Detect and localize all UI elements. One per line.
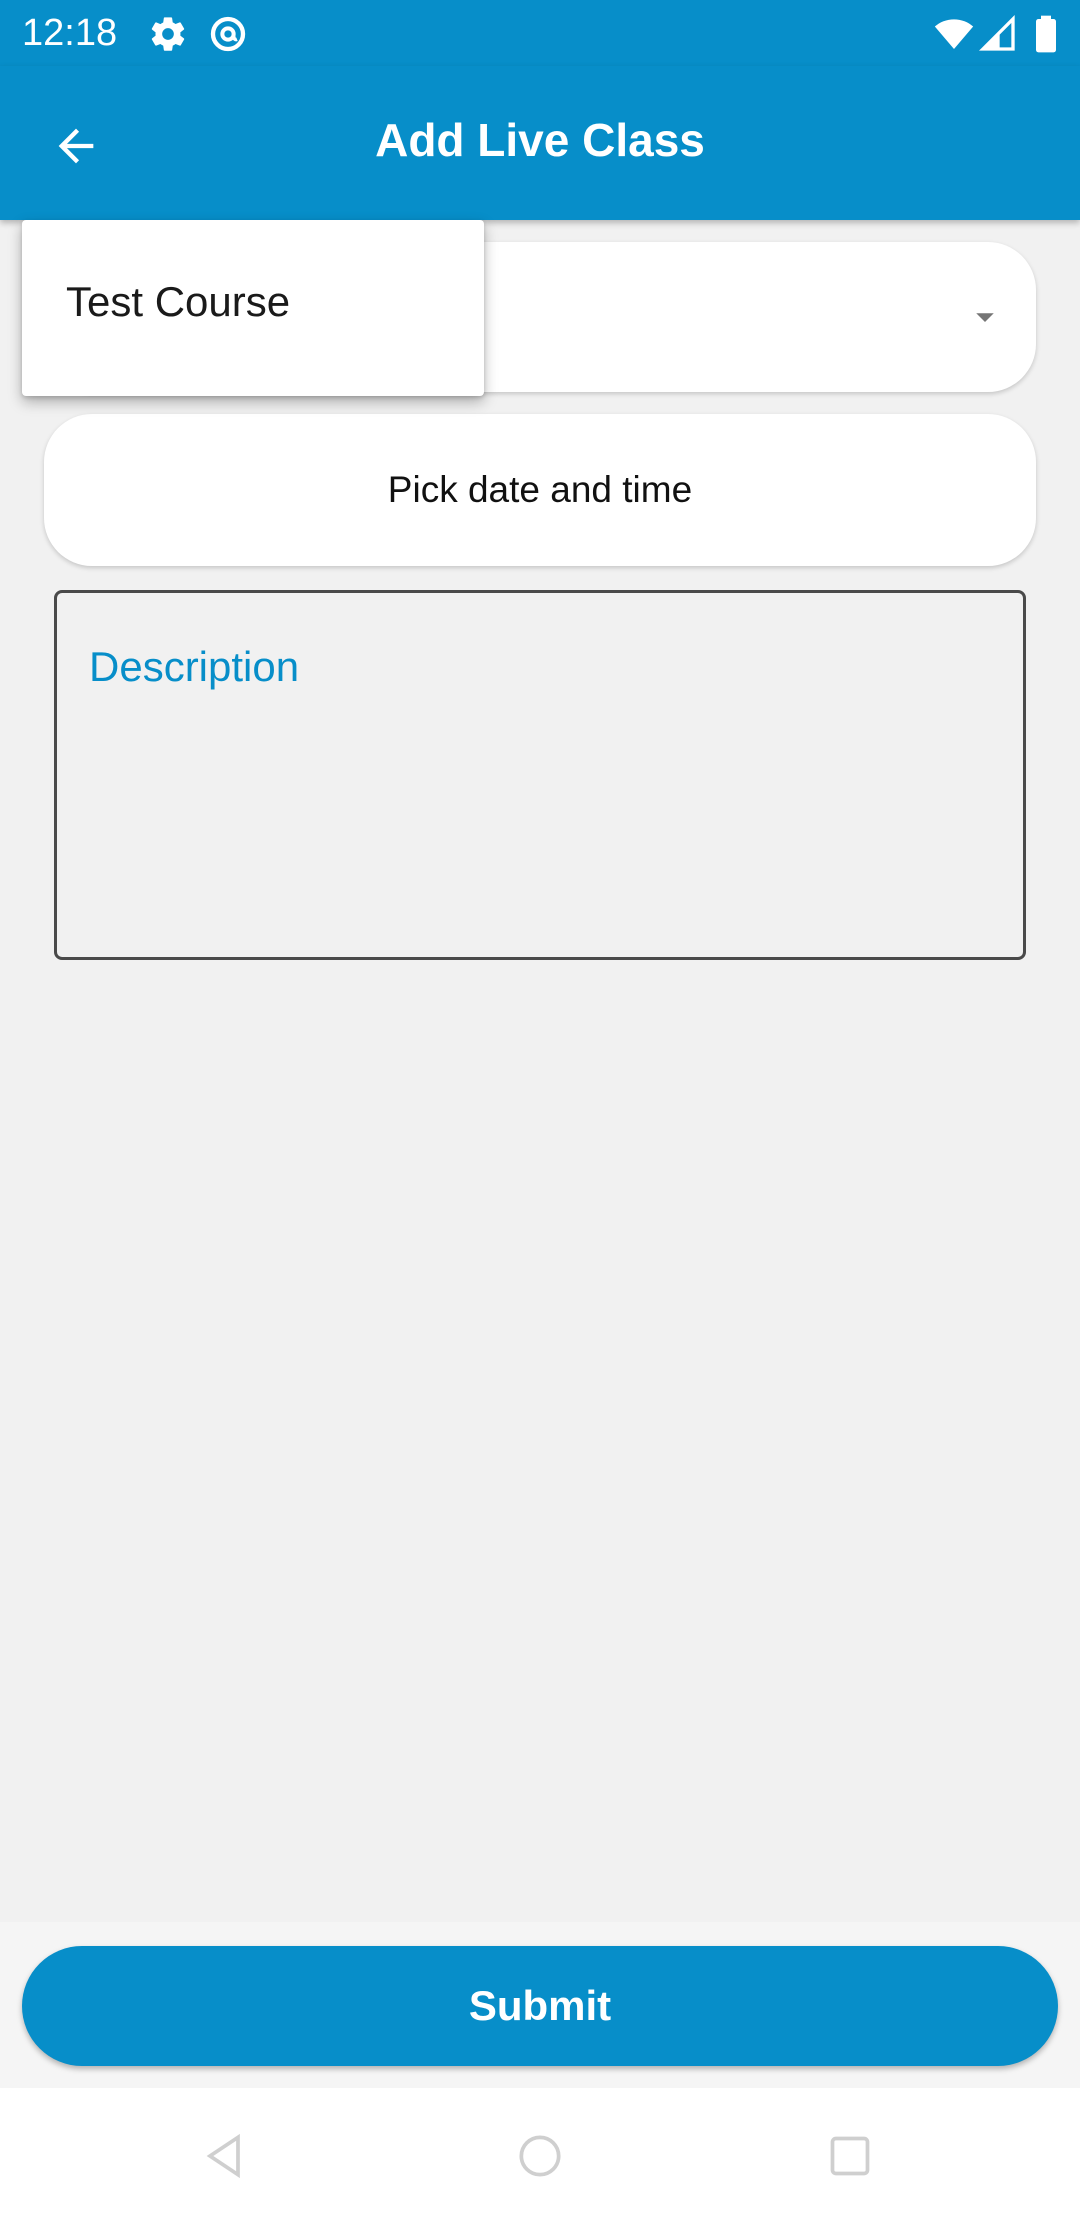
status-time: 12:18 (22, 12, 118, 54)
app-bar: Add Live Class (0, 66, 1080, 220)
wifi-icon (934, 19, 974, 49)
date-time-picker-label: Pick date and time (387, 469, 693, 510)
home-circle-icon[interactable] (512, 2128, 568, 2184)
submit-button[interactable]: Submit (22, 1946, 1058, 2066)
page-title: Add Live Class (375, 114, 705, 166)
battery-icon (1036, 15, 1056, 53)
signal-icon (978, 14, 1015, 51)
submit-button-label: Submit (468, 1982, 612, 2029)
back-triangle-icon[interactable] (196, 2128, 252, 2184)
at-sign-icon (210, 16, 246, 52)
date-time-picker-button[interactable]: Pick date and time (44, 414, 1036, 566)
description-field[interactable]: Description (54, 590, 1026, 960)
screen: 12:18 Add Live Class Pick date and time … (0, 0, 1080, 2220)
menu-item-test-course[interactable]: Test Course (66, 278, 290, 326)
system-navigation-bar (0, 2088, 1080, 2220)
course-popup-menu: Test Course (22, 220, 484, 396)
caret-down-icon (976, 313, 994, 322)
gear-icon (151, 17, 185, 51)
recents-square-icon[interactable] (822, 2128, 878, 2184)
status-bar: 12:18 (0, 0, 1080, 66)
description-label: Description (89, 643, 300, 690)
